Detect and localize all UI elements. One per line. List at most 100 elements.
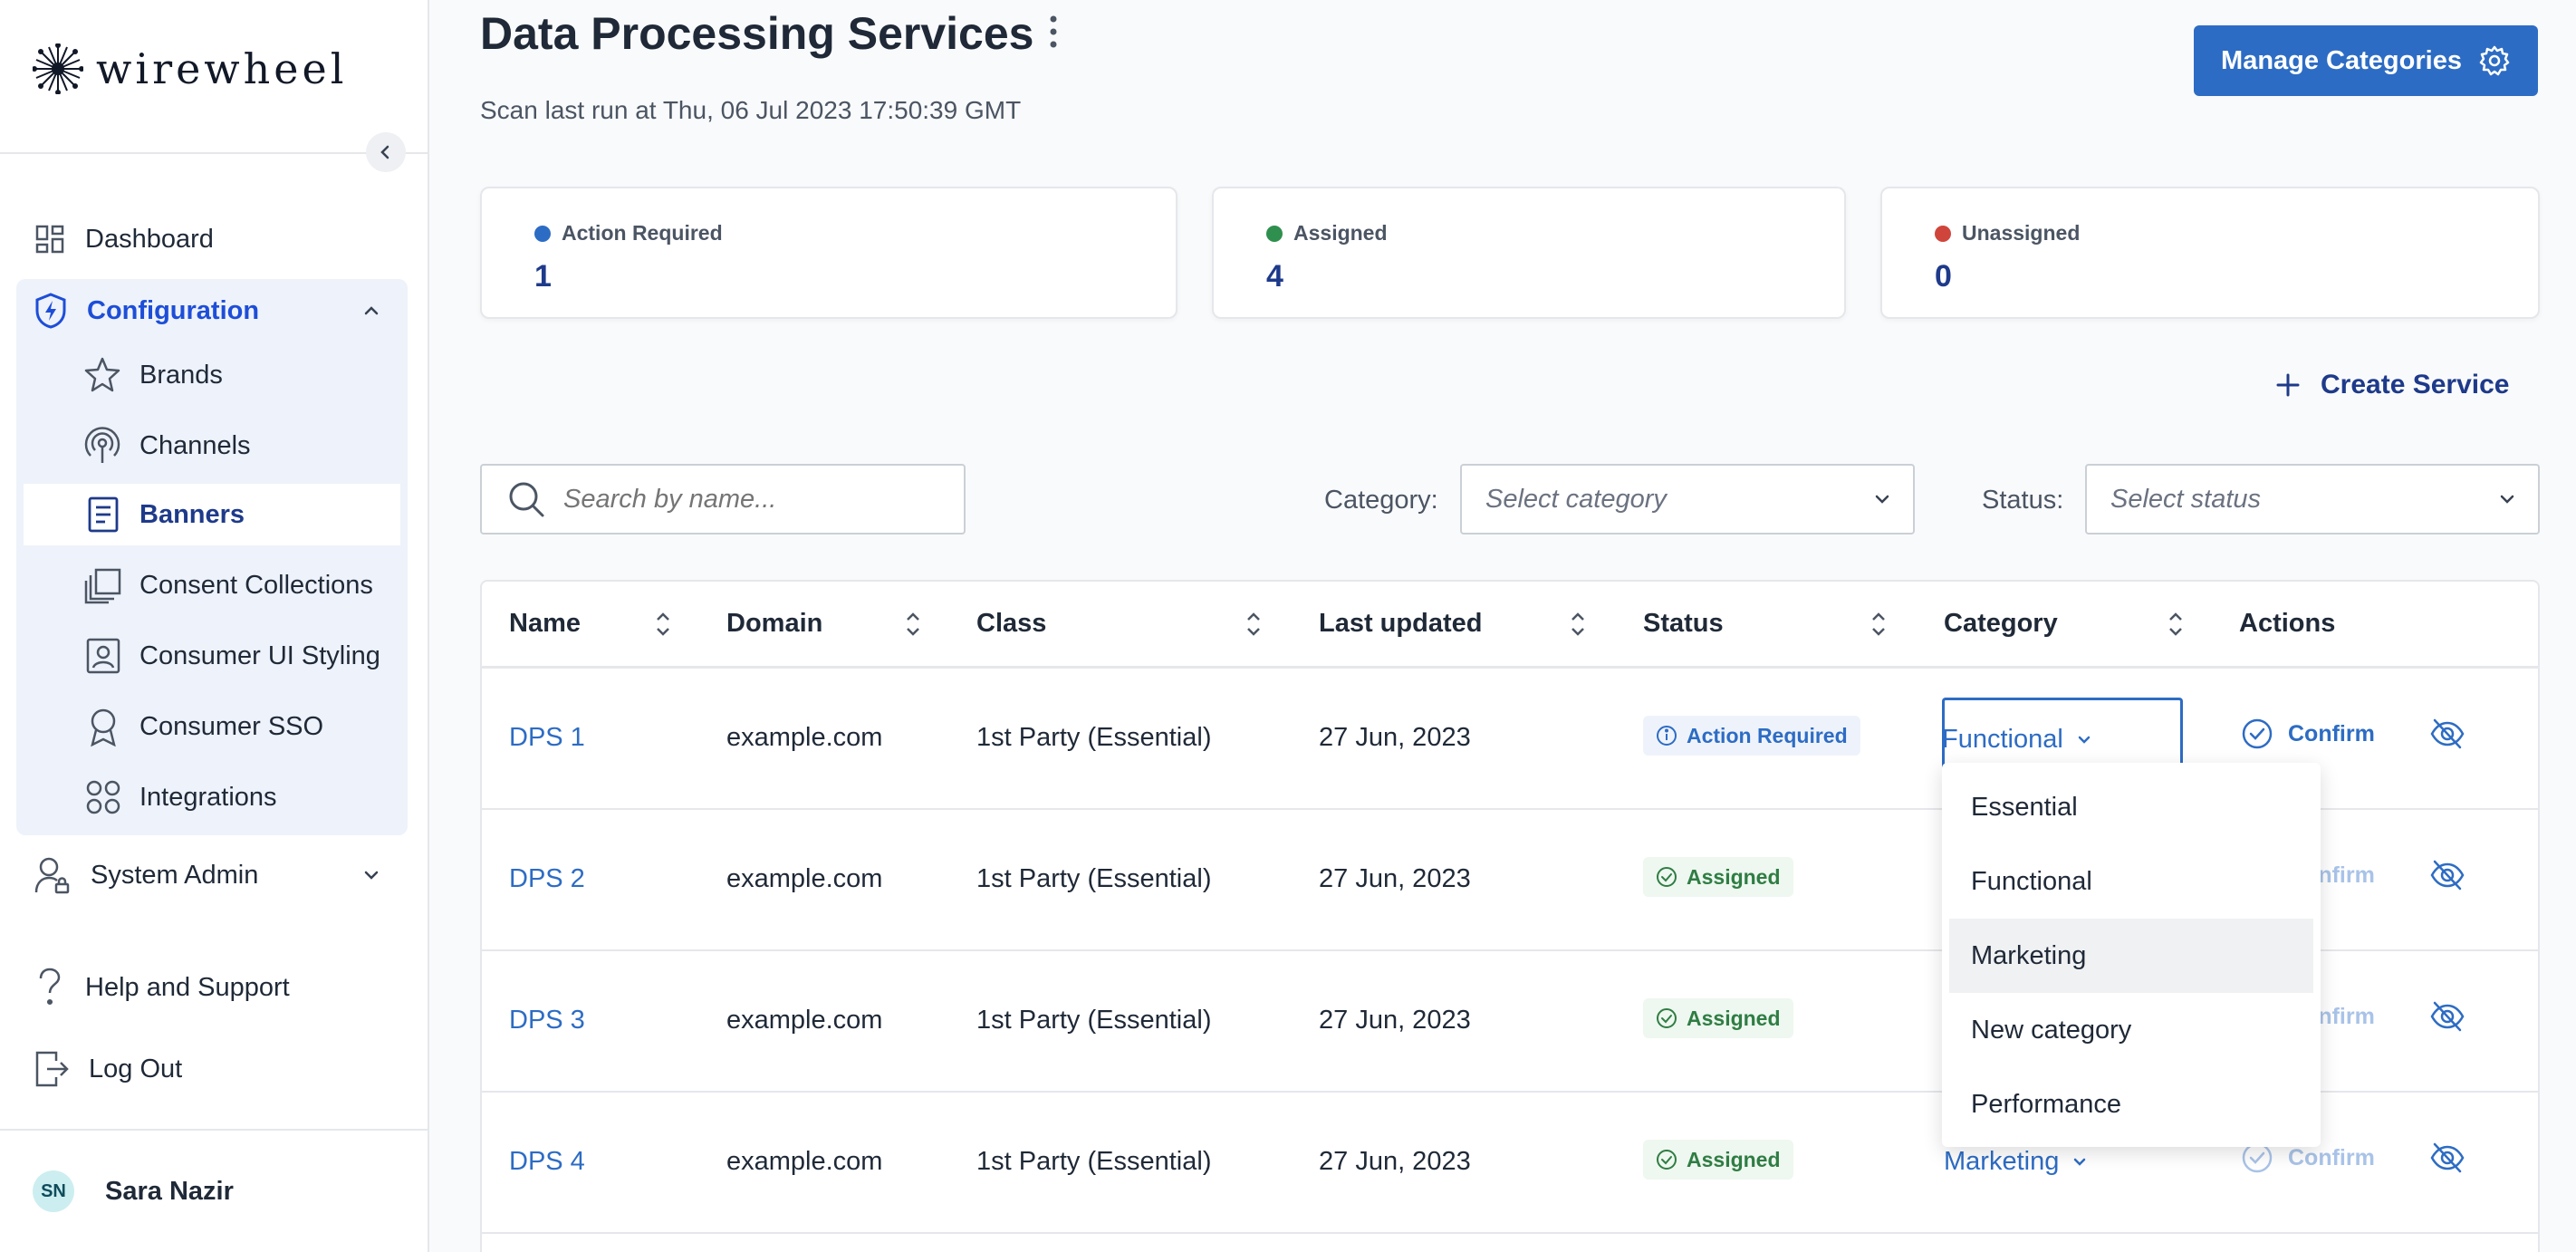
- category-filter-label: Category:: [1324, 486, 1438, 515]
- column-header-class[interactable]: Class: [976, 609, 1046, 639]
- nav-consumer-sso[interactable]: Consumer SSO: [24, 696, 400, 757]
- status-dot-red: [1935, 225, 1951, 242]
- chevron-down-icon: [2074, 1158, 2086, 1166]
- stat-label-text: Action Required: [562, 221, 723, 245]
- create-service-button[interactable]: Create Service: [2275, 370, 2509, 400]
- status-dot-blue: [534, 225, 551, 242]
- column-header-domain[interactable]: Domain: [726, 609, 822, 639]
- domain-cell: example.com: [726, 1006, 883, 1035]
- wheel-logo-icon: [33, 43, 83, 94]
- dashboard-icon: [35, 225, 64, 254]
- confirm-button[interactable]: Confirm: [2241, 717, 2375, 750]
- sort-icon[interactable]: [2167, 609, 2185, 640]
- nav-consumer-ui-styling-label: Consumer UI Styling: [139, 640, 380, 670]
- dropdown-option-new-category[interactable]: New category: [1949, 993, 2313, 1067]
- scan-timestamp: Scan last run at Thu, 06 Jul 2023 17:50:…: [480, 96, 1022, 124]
- dropdown-option-functional[interactable]: Functional: [1949, 844, 2313, 919]
- chevron-up-icon: [364, 306, 379, 315]
- page-title: Data Processing Services: [480, 8, 1034, 59]
- nav-help-support-label: Help and Support: [85, 972, 290, 1002]
- sort-icon[interactable]: [654, 609, 672, 640]
- category-select[interactable]: Marketing: [1944, 1147, 2088, 1177]
- brand-logo[interactable]: wirewheel: [33, 43, 347, 94]
- nav-consumer-ui-styling[interactable]: Consumer UI Styling: [24, 625, 400, 687]
- collapse-sidebar-button[interactable]: [366, 132, 406, 172]
- manage-categories-button[interactable]: Manage Categories: [2194, 25, 2538, 96]
- nav-brands-label: Brands: [139, 360, 223, 390]
- search-input[interactable]: [563, 484, 962, 515]
- column-header-name[interactable]: Name: [509, 609, 581, 639]
- service-name-link[interactable]: DPS 1: [509, 723, 585, 753]
- sidebar: wirewheel Dashboard Configuration Brands…: [0, 0, 429, 1252]
- domain-cell: example.com: [726, 723, 883, 752]
- status-badge-text: Assigned: [1687, 864, 1781, 889]
- nav-channels[interactable]: Channels: [24, 415, 400, 477]
- column-header-status[interactable]: Status: [1643, 609, 1724, 639]
- stat-value-action-required: 1: [534, 259, 552, 294]
- nav-integrations[interactable]: Integrations: [24, 766, 400, 828]
- confirm-label: Confirm: [2288, 720, 2375, 746]
- service-name-link[interactable]: DPS 3: [509, 1006, 585, 1035]
- column-header-last-updated[interactable]: Last updated: [1319, 609, 1482, 639]
- nav-brands[interactable]: Brands: [24, 344, 400, 406]
- stat-card-unassigned: Unassigned 0: [1880, 187, 2540, 319]
- category-select-value: Marketing: [1944, 1147, 2060, 1176]
- shield-bolt-icon: [35, 293, 66, 329]
- nav-dashboard[interactable]: Dashboard: [16, 208, 408, 270]
- user-profile[interactable]: SN Sara Nazir: [33, 1170, 234, 1212]
- user-frame-icon: [86, 638, 120, 674]
- eye-off-icon[interactable]: [2429, 1140, 2465, 1176]
- dropdown-option-performance[interactable]: Performance: [1949, 1067, 2313, 1141]
- service-name-link[interactable]: DPS 2: [509, 864, 585, 894]
- search-icon: [509, 482, 544, 517]
- stat-label-text: Assigned: [1293, 221, 1388, 245]
- nav-system-admin-label: System Admin: [91, 860, 259, 890]
- document-icon: [88, 496, 119, 533]
- grid-circles-icon: [86, 780, 120, 814]
- check-circle-icon: [1657, 867, 1677, 887]
- status-badge: Assigned: [1643, 857, 1793, 897]
- stat-label-assigned: Assigned: [1266, 221, 1388, 246]
- column-header-actions: Actions: [2239, 609, 2336, 638]
- nav-log-out[interactable]: Log Out: [16, 1038, 408, 1100]
- sort-icon[interactable]: [1245, 609, 1263, 640]
- table-header: Name Domain Class Last updated Status Ca…: [482, 582, 2538, 669]
- nav-configuration-label: Configuration: [87, 295, 260, 325]
- nav-consent-collections[interactable]: Consent Collections: [24, 554, 400, 616]
- status-filter-select[interactable]: Select status: [2085, 464, 2540, 535]
- sort-icon[interactable]: [904, 609, 922, 640]
- sidebar-divider-bottom: [0, 1129, 429, 1131]
- check-circle-icon: [2242, 718, 2273, 749]
- confirm-label: Confirm: [2288, 1144, 2375, 1170]
- category-filter-select[interactable]: Select category: [1460, 464, 1915, 535]
- kebab-menu-icon[interactable]: [1048, 14, 1059, 53]
- sort-icon[interactable]: [1569, 609, 1587, 640]
- sort-icon[interactable]: [1870, 609, 1888, 640]
- stat-card-action-required: Action Required 1: [480, 187, 1177, 319]
- domain-cell: example.com: [726, 1147, 883, 1176]
- column-header-category[interactable]: Category: [1944, 609, 2058, 639]
- search-box[interactable]: [480, 464, 966, 535]
- stat-label-action-required: Action Required: [534, 221, 723, 246]
- brand-name: wirewheel: [96, 44, 348, 93]
- dropdown-option-essential[interactable]: Essential: [1949, 770, 2313, 844]
- manage-categories-label: Manage Categories: [2221, 45, 2462, 75]
- dropdown-option-marketing[interactable]: Marketing: [1949, 919, 2313, 993]
- category-select-current[interactable]: Functional: [1942, 725, 2092, 755]
- eye-off-icon[interactable]: [2429, 716, 2465, 752]
- nav-help-support[interactable]: Help and Support: [16, 957, 408, 1018]
- broadcast-icon: [84, 427, 120, 463]
- chevron-left-icon: [380, 145, 389, 159]
- eye-off-icon[interactable]: [2429, 998, 2465, 1035]
- service-name-link[interactable]: DPS 4: [509, 1147, 585, 1177]
- nav-banners[interactable]: Banners: [24, 484, 400, 545]
- stat-value-unassigned: 0: [1935, 259, 1952, 294]
- domain-cell: example.com: [726, 864, 883, 893]
- eye-off-icon[interactable]: [2429, 857, 2465, 893]
- chevron-down-icon: [1875, 495, 1889, 504]
- chevron-down-icon: [364, 871, 379, 880]
- nav-system-admin[interactable]: System Admin: [16, 844, 408, 906]
- category-dropdown-menu: Essential Functional Marketing New categ…: [1942, 763, 2321, 1147]
- status-badge-text: Assigned: [1687, 1006, 1781, 1030]
- nav-configuration[interactable]: Configuration: [16, 279, 408, 342]
